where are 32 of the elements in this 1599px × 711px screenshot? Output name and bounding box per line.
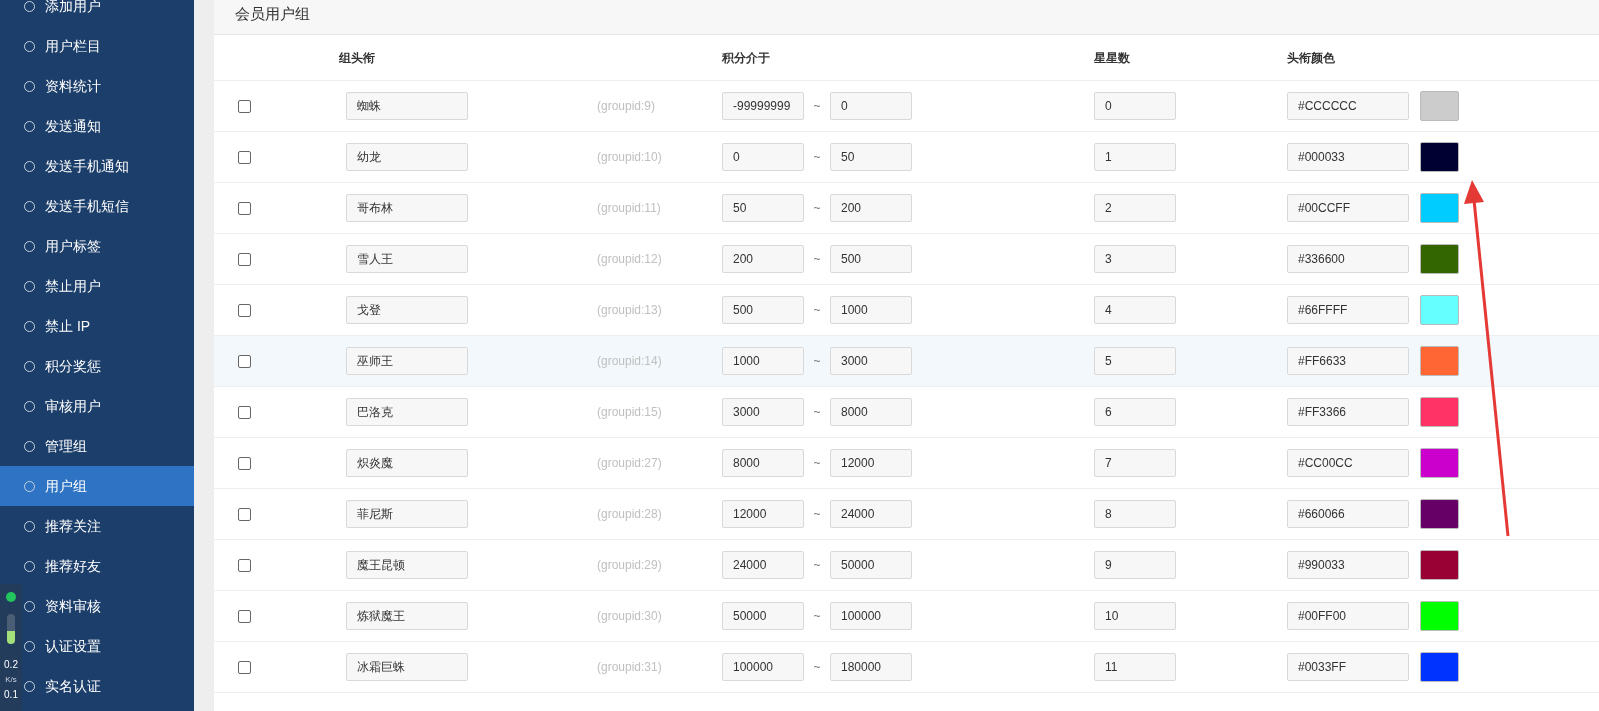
group-id: (groupid:31) bbox=[597, 659, 663, 676]
column-header: 积分介于 bbox=[722, 49, 771, 67]
speed-unit: K/s bbox=[5, 676, 17, 684]
column-header: 星星数 bbox=[1094, 49, 1131, 67]
range-separator: ~ bbox=[812, 404, 822, 421]
range-separator: ~ bbox=[812, 659, 822, 676]
range-separator: ~ bbox=[812, 353, 822, 370]
group-id: (groupid:12) bbox=[597, 251, 663, 268]
section-title: 会员用户组 bbox=[235, 6, 310, 21]
range-separator: ~ bbox=[812, 302, 822, 319]
group-id: (groupid:28) bbox=[597, 506, 663, 523]
group-id: (groupid:27) bbox=[597, 455, 663, 472]
range-separator: ~ bbox=[812, 455, 822, 472]
range-separator: ~ bbox=[812, 557, 822, 574]
range-separator: ~ bbox=[812, 200, 822, 217]
column-header: 组头衔 bbox=[339, 49, 376, 67]
group-id: (groupid:9) bbox=[597, 98, 657, 115]
column-header: 头衔颜色 bbox=[1287, 49, 1335, 67]
range-separator: ~ bbox=[812, 98, 822, 115]
range-separator: ~ bbox=[812, 149, 822, 166]
download-speed: 0.1 bbox=[4, 690, 18, 700]
group-id: (groupid:11) bbox=[597, 200, 662, 217]
group-id: (groupid:30) bbox=[597, 608, 663, 625]
group-id: (groupid:10) bbox=[597, 149, 663, 166]
range-separator: ~ bbox=[812, 251, 822, 268]
range-separator: ~ bbox=[812, 506, 822, 523]
group-id: (groupid:29) bbox=[597, 557, 663, 574]
upload-speed: 0.2 bbox=[4, 660, 18, 670]
range-separator: ~ bbox=[812, 608, 822, 625]
group-id: (groupid:14) bbox=[597, 353, 663, 370]
group-id: (groupid:15) bbox=[597, 404, 663, 421]
group-id: (groupid:13) bbox=[597, 302, 663, 319]
